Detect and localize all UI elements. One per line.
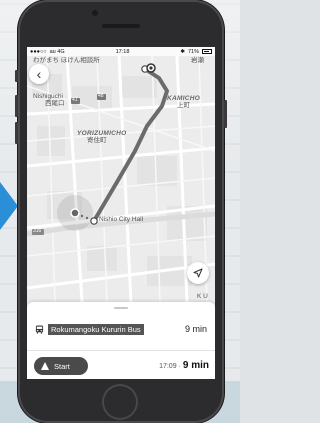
- route-shield-316: 316: [33, 228, 42, 234]
- map-label-kamicho-jp: 上町: [177, 102, 190, 109]
- route-name: Rokumangoku Kururin Bus: [48, 323, 144, 335]
- pointer-arrow-icon: [0, 182, 18, 230]
- mute-switch: [15, 70, 18, 82]
- volume-down-button: [15, 122, 18, 144]
- eta-summary: 17:09 · 9 min: [159, 360, 209, 371]
- route-shield-41: 41: [72, 97, 78, 103]
- back-button[interactable]: ‹: [29, 64, 49, 84]
- map-label-city-hall: Nishio City Hall: [99, 216, 144, 223]
- battery-percent: 71%: [187, 48, 199, 55]
- route-row[interactable]: Rokumangoku Kururin Bus 9 min: [35, 322, 207, 336]
- eta-duration: 9 min: [182, 360, 209, 371]
- route-duration: 9 min: [184, 324, 207, 334]
- volume-up-button: [15, 95, 18, 117]
- navigation-arrow-icon: [193, 268, 203, 278]
- panel-divider: [27, 350, 215, 351]
- map-view[interactable]: わがまち ほけん相談所 岩瀬 Nishiguchi 西尾口 KAMICHO 上町…: [27, 56, 215, 302]
- map-label-top-right: 岩瀬: [191, 57, 204, 64]
- map-label-yorizumicho-jp: 寄住町: [87, 137, 107, 144]
- carrier-label: au 4G: [49, 48, 65, 55]
- bluetooth-icon: ✱: [180, 48, 185, 55]
- start-label: Start: [54, 361, 70, 371]
- camera-icon: [92, 10, 98, 16]
- home-button[interactable]: [102, 384, 138, 420]
- locate-button[interactable]: [187, 262, 209, 284]
- start-button[interactable]: Start: [34, 357, 88, 375]
- power-button: [224, 100, 227, 128]
- map-label-top-left: わがまち ほけん相談所: [33, 57, 100, 64]
- battery-icon: [202, 49, 212, 54]
- clock: 17:18: [115, 48, 130, 55]
- screen: ●●●○○ au 4G 17:18 ✱ 71% わがまち ほけん相談所 岩瀬 N…: [27, 47, 215, 379]
- speaker-grille: [102, 24, 140, 28]
- bus-icon: [35, 324, 44, 334]
- chevron-left-icon: ‹: [36, 66, 42, 82]
- map-label-bottom-right: K U: [197, 293, 208, 300]
- panel-grabber[interactable]: [114, 307, 128, 309]
- signal-icon: ●●●○○: [30, 48, 47, 55]
- route-panel[interactable]: Rokumangoku Kururin Bus 9 min Start 17:0…: [27, 302, 215, 379]
- eta-time: 17:09 ·: [159, 363, 181, 370]
- map-label-nishiguchi-jp: 西尾口: [45, 100, 65, 107]
- phone-frame: ●●●○○ au 4G 17:18 ✱ 71% わがまち ほけん相談所 岩瀬 N…: [15, 0, 227, 423]
- status-bar: ●●●○○ au 4G 17:18 ✱ 71%: [27, 47, 215, 56]
- route-shield-48: 48: [98, 93, 104, 99]
- navigation-start-icon: [41, 362, 49, 370]
